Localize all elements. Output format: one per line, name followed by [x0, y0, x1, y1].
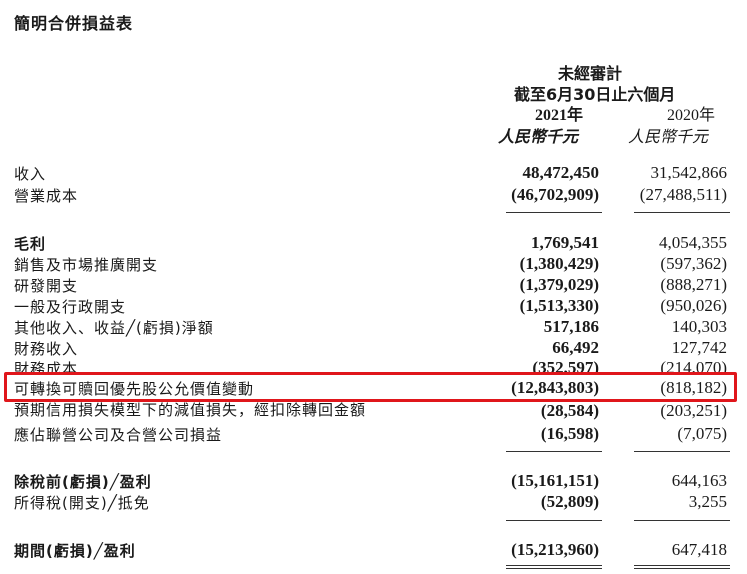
subtotal-rule-2020	[634, 212, 730, 213]
value-2021: 66,492	[552, 338, 599, 357]
row-label: 營業成本	[14, 187, 79, 205]
row-loss-before-tax: 除稅前(虧損)╱盈利 (15,161,151) 644,163	[0, 471, 747, 491]
row-label: 應佔聯營公司及合營公司損益	[14, 426, 223, 444]
value-2020: 644,163	[671, 471, 727, 490]
unit-2021-header: 人民幣千元	[498, 127, 579, 146]
row-finance-income: 財務收入 66,492 127,742	[0, 338, 747, 358]
value-2021: (46,702,909)	[511, 185, 599, 204]
value-2021: (352,597)	[532, 358, 599, 372]
year-2020-header: 2020年	[667, 107, 716, 124]
row-label: 財務收入	[14, 340, 79, 358]
total-double-rule-2020	[634, 565, 730, 566]
subtotal-rule-2021	[506, 212, 602, 213]
row-share-of-associates: 應佔聯營公司及合營公司損益 (16,598) (7,075)	[0, 424, 747, 444]
value-2020: (597,362)	[660, 254, 727, 273]
value-2021: (1,379,029)	[519, 275, 599, 294]
row-label: 研發開支	[14, 277, 79, 295]
value-2020: 31,542,866	[650, 163, 728, 182]
row-revenue: 收入 48,472,450 31,542,866	[0, 163, 747, 183]
row-label: 毛利	[14, 235, 47, 253]
row-admin-expenses: 一般及行政開支 (1,513,330) (950,026)	[0, 296, 747, 316]
highlight-box	[4, 372, 737, 402]
row-rd-expenses: 研發開支 (1,379,029) (888,271)	[0, 275, 747, 295]
value-2021: (15,161,151)	[511, 471, 599, 490]
value-2021: 517,186	[543, 317, 599, 336]
value-2020: (888,271)	[660, 275, 727, 294]
row-label: 所得稅(開支)╱抵免	[14, 494, 150, 512]
value-2021: 48,472,450	[522, 163, 600, 182]
year-2021-header: 2021年	[535, 107, 584, 124]
row-label: 其他收入、收益╱(虧損)淨額	[14, 319, 214, 337]
total-double-rule-2021	[506, 565, 602, 566]
row-label: 財務成本	[14, 360, 79, 372]
value-2020: 140,303	[671, 317, 727, 336]
value-2021: (1,513,330)	[519, 296, 599, 315]
value-2020: (214,070)	[660, 358, 727, 372]
row-label: 除稅前(虧損)╱盈利	[14, 473, 152, 491]
row-period-result: 期間(虧損)╱盈利 (15,213,960) 647,418	[0, 540, 747, 560]
row-cost-of-sales: 營業成本 (46,702,909) (27,488,511)	[0, 185, 747, 205]
row-finance-costs: 財務成本 (352,597) (214,070)	[0, 358, 747, 372]
value-2021: 1,769,541	[531, 233, 599, 252]
subtotal-rule-2021	[506, 451, 602, 452]
value-2020: (7,075)	[677, 424, 727, 443]
row-impairment-losses: 預期信用損失模型下的減值損失，經扣除轉回金額 (28,584) (203,251…	[0, 402, 747, 420]
total-double-rule-2021	[506, 568, 602, 569]
row-label: 銷售及市場推廣開支	[14, 256, 159, 274]
row-selling-expenses: 銷售及市場推廣開支 (1,380,429) (597,362)	[0, 254, 747, 274]
row-label: 預期信用損失模型下的減值損失，經扣除轉回金額	[14, 402, 367, 419]
value-2021: (1,380,429)	[519, 254, 599, 273]
subtotal-rule-2021	[506, 520, 602, 521]
row-label: 一般及行政開支	[14, 298, 127, 316]
value-2020: 127,742	[671, 338, 727, 357]
value-2020: 647,418	[671, 540, 727, 559]
value-2020: 4,054,355	[659, 233, 727, 252]
value-2021: (52,809)	[540, 492, 599, 511]
value-2020: (203,251)	[660, 402, 727, 420]
value-2020: (27,488,511)	[639, 185, 727, 204]
unit-2020-header: 人民幣千元	[628, 127, 709, 146]
row-income-tax: 所得稅(開支)╱抵免 (52,809) 3,255	[0, 492, 747, 512]
value-2020: 3,255	[688, 492, 727, 511]
statement-title: 簡明合併損益表	[14, 14, 134, 33]
subtotal-rule-2020	[634, 520, 730, 521]
value-2021: (28,584)	[540, 402, 599, 420]
row-other-income: 其他收入、收益╱(虧損)淨額 517,186 140,303	[0, 317, 747, 337]
value-2021: (16,598)	[540, 424, 599, 443]
value-2020: (950,026)	[660, 296, 727, 315]
row-label: 期間(虧損)╱盈利	[14, 542, 136, 560]
row-gross-profit: 毛利 1,769,541 4,054,355	[0, 233, 747, 253]
value-2021: (15,213,960)	[511, 540, 599, 559]
row-label: 收入	[14, 165, 47, 183]
subtotal-rule-2020	[634, 451, 730, 452]
total-double-rule-2020	[634, 568, 730, 569]
